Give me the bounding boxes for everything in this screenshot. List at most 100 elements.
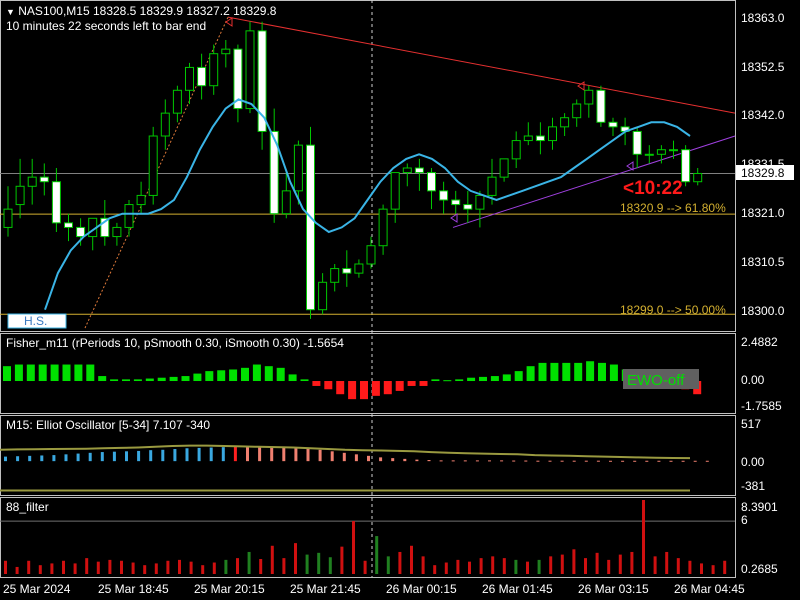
candle-body	[76, 226, 86, 238]
filter-bar	[236, 558, 239, 574]
filter-bar	[166, 560, 170, 574]
elliot-bar	[354, 454, 358, 462]
candle-body	[632, 130, 642, 155]
elliot-bar	[246, 446, 249, 462]
filter-bar	[178, 559, 181, 574]
elliot-bar	[306, 448, 310, 462]
elliot-bar	[64, 454, 68, 462]
fisher-bar	[360, 381, 368, 400]
filter-bar	[154, 563, 158, 574]
fisher-bar	[443, 380, 452, 382]
elliot-bar	[16, 456, 20, 462]
fib-label-618: 18320.9 --> 61.80%	[620, 201, 726, 215]
elliot-bar	[609, 460, 612, 462]
filter-bar	[4, 560, 7, 574]
elliot-bar	[209, 447, 213, 462]
fisher-bar	[252, 364, 261, 382]
candle-body	[584, 89, 594, 105]
elliot-bar	[112, 451, 116, 462]
fisher-bar	[133, 379, 142, 382]
elliot-bar	[548, 460, 552, 462]
filter-bar	[618, 554, 622, 574]
filter-bar	[688, 560, 692, 574]
candle-body	[330, 268, 340, 283]
candle-body	[656, 149, 666, 155]
candle-body	[487, 176, 497, 196]
filter-bar	[259, 559, 263, 574]
fisher-bar	[122, 379, 130, 382]
elliot-bar	[403, 458, 407, 462]
candle-body	[463, 204, 473, 210]
filter-bar	[723, 560, 727, 574]
fisher-bar	[98, 376, 107, 382]
filter-bar	[491, 556, 495, 574]
candle-body	[306, 144, 315, 311]
candle-body	[548, 126, 557, 142]
fisher-bar	[550, 362, 559, 382]
fisher-bar	[395, 381, 404, 391]
fisher-bar	[502, 374, 511, 382]
fisher-bar	[241, 367, 249, 382]
elliot-bar	[463, 460, 467, 462]
elliot-bar	[645, 460, 649, 462]
candle-body	[572, 103, 582, 119]
filter-bar	[630, 551, 634, 574]
candle-body	[366, 245, 376, 265]
filter-title: 88_filter	[6, 500, 49, 514]
collapse-triangle-icon[interactable]: ▼	[6, 7, 15, 17]
candle-body	[185, 66, 194, 91]
candle-body	[414, 167, 424, 174]
candle-body	[378, 208, 388, 247]
filter-bar	[352, 521, 355, 574]
candle-body	[596, 89, 606, 123]
filter-bar	[537, 559, 541, 574]
price-tick: 18342.0	[741, 108, 785, 122]
elliot-bar	[512, 460, 516, 462]
fisher-bar	[50, 364, 59, 382]
fisher-bar	[181, 376, 190, 382]
symbol-line: NAS100,M15 18328.5 18329.9 18327.2 18329…	[18, 4, 277, 18]
fisher-bar	[407, 381, 416, 386]
elliot-bar	[391, 458, 395, 462]
fisher-title: Fisher_m11 (rPeriods 10, pSmooth 0.30, i…	[6, 336, 344, 350]
filter-bar	[398, 551, 402, 574]
candle-body	[221, 48, 231, 55]
time-tick: 25 Mar 2024	[3, 582, 71, 596]
fisher-bar	[110, 379, 119, 382]
filter-bar	[572, 549, 576, 574]
fisher-bar	[169, 376, 178, 382]
elliot-bar	[633, 460, 637, 462]
filter-bar	[456, 559, 460, 574]
elliot-tick: 0.00	[741, 455, 765, 469]
resistance-marker-icon	[225, 17, 233, 27]
filter-tick: 6	[741, 513, 748, 527]
filter-bar	[305, 554, 309, 574]
elliot-bar	[488, 460, 491, 462]
filter-bar	[62, 560, 65, 574]
elliot-bar	[258, 446, 262, 462]
resistance-trendline	[227, 16, 736, 114]
elliot-bar	[536, 460, 540, 462]
current-price-label: 18329.8	[741, 166, 785, 180]
candle-body	[51, 181, 61, 224]
elliot-bar	[76, 453, 80, 462]
candle-body	[499, 158, 509, 178]
elliot-bar	[669, 460, 673, 462]
candle-body	[3, 208, 13, 228]
fisher-bar	[526, 366, 535, 382]
filter-bar	[549, 556, 553, 574]
elliot-tick: -381	[741, 479, 765, 493]
candle-body	[64, 222, 73, 228]
elliot-bar	[282, 446, 286, 462]
candle-body	[15, 185, 25, 206]
candle-body	[523, 135, 533, 142]
candle-body	[281, 190, 291, 215]
filter-bar	[85, 558, 89, 574]
filter-bar	[282, 558, 286, 574]
fisher-bar	[312, 381, 321, 386]
time-tick: 26 Mar 01:45	[482, 582, 553, 596]
fisher-bar	[562, 362, 571, 382]
filter-bar	[15, 566, 19, 574]
candle-body	[390, 172, 400, 210]
fisher-bar	[586, 361, 595, 382]
